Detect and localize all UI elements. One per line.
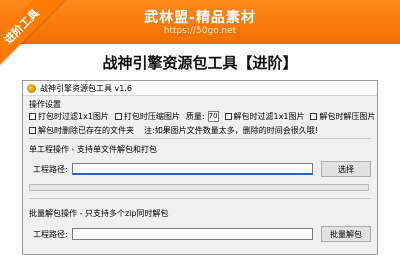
batch-path-input[interactable] <box>71 228 313 240</box>
divider <box>29 138 371 139</box>
options-note: 注:如果图片文件数量太多，删除的时间会很久哦! <box>144 126 318 135</box>
window-title: 战神引擎资源包工具 v1.6 <box>40 83 132 93</box>
checkbox-box[interactable] <box>29 127 36 134</box>
checkbox-label: 解包时过滤1x1图片 <box>233 112 305 121</box>
window-titlebar: 战神引擎资源包工具 v1.6 <box>23 81 377 96</box>
app-icon <box>27 83 36 93</box>
banner-url: https://50go.net <box>163 26 237 36</box>
promo-banner: 武林盟-精品素材 https://50go.net <box>0 0 400 44</box>
checkbox-box[interactable] <box>310 113 318 120</box>
select-button[interactable]: 选择 <box>321 161 371 177</box>
progress-bar <box>29 184 369 191</box>
app-window: 战神引擎资源包工具 v1.6 操作设置 打包时过滤1x1图片 打包时压缩图片 质… <box>22 80 378 255</box>
decompress-images-checkbox[interactable]: 解包时解压图片 <box>310 111 375 122</box>
batch-path-row: 工程路径: 批量解包 <box>29 226 371 242</box>
single-section-label-row: 单工程操作 - 支持单文件解包和打包 <box>29 144 371 155</box>
divider <box>29 198 371 199</box>
options-section-label-row: 操作设置 <box>29 99 371 110</box>
batch-unpack-button[interactable]: 批量解包 <box>321 226 371 242</box>
options-row-2: 解包时删除已存在的文件夹 注:如果图片文件数量太多，删除的时间会很久哦! <box>29 125 371 136</box>
checkbox-label: 打包时压缩图片 <box>123 112 180 121</box>
checkbox-label: 解包时解压图片 <box>319 112 376 121</box>
compress-images-checkbox[interactable]: 打包时压缩图片 <box>114 111 180 122</box>
batch-path-label: 工程路径: <box>33 229 68 239</box>
checkbox-label: 打包时过滤1x1图片 <box>38 112 109 121</box>
single-path-row: 工程路径: 选择 <box>29 161 371 177</box>
quality-input[interactable]: 70 <box>207 111 219 122</box>
page-title: 战神引擎资源包工具【进阶】 <box>102 54 298 72</box>
banner-title: 武林盟-精品素材 <box>144 10 256 26</box>
batch-section-label-row: 批量解包操作 - 只支持多个zip同时解包 <box>29 208 371 219</box>
delete-existing-folder-checkbox[interactable]: 解包时删除已存在的文件夹 <box>29 125 134 136</box>
batch-section-label: 批量解包操作 - 只支持多个zip同时解包 <box>29 209 169 218</box>
checkbox-label: 解包时删除已存在的文件夹 <box>38 126 134 135</box>
filter-1x1-pack-checkbox[interactable]: 打包时过滤1x1图片 <box>29 111 109 122</box>
options-section-label: 操作设置 <box>29 100 61 109</box>
checkbox-box[interactable] <box>114 113 122 120</box>
options-row-1: 打包时过滤1x1图片 打包时压缩图片 质量: 70 解包时过滤1x1图片 解包时… <box>29 111 375 122</box>
filter-1x1-unpack-checkbox[interactable]: 解包时过滤1x1图片 <box>224 111 305 122</box>
checkbox-box[interactable] <box>224 113 232 120</box>
single-section-label: 单工程操作 - 支持单文件解包和打包 <box>29 145 157 154</box>
checkbox-box[interactable] <box>29 113 36 120</box>
quality-label: 质量: <box>185 112 205 121</box>
single-path-input[interactable] <box>71 163 313 175</box>
single-path-label: 工程路径: <box>33 164 68 174</box>
